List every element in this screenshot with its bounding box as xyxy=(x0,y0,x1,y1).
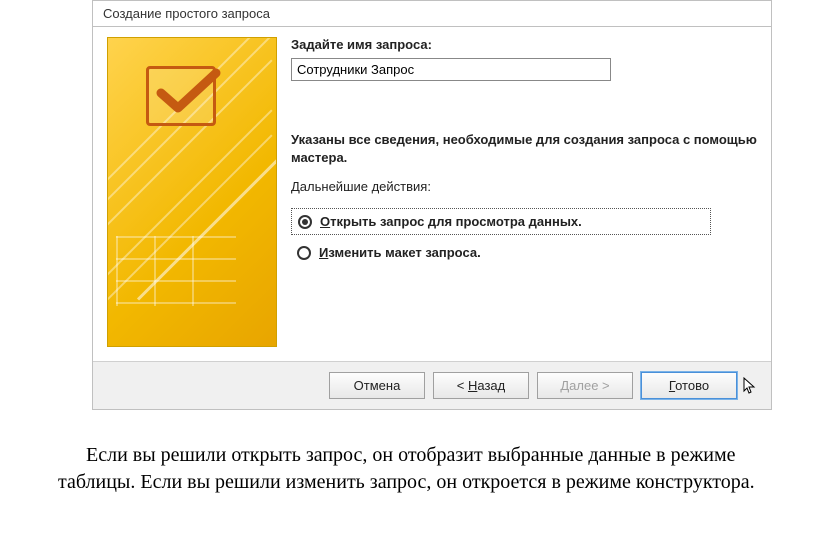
dialog-body: Задайте имя запроса: Указаны все сведени… xyxy=(93,27,771,361)
cursor-icon xyxy=(743,377,757,395)
next-actions-label: Дальнейшие действия: xyxy=(291,179,757,194)
caption-text: Если вы решили открыть запрос, он отобра… xyxy=(58,442,758,496)
radio-modify-label: Изменить макет запроса. xyxy=(319,245,481,260)
query-name-label: Задайте имя запроса: xyxy=(291,37,757,52)
radio-icon xyxy=(298,215,312,229)
radio-open-query[interactable]: Открыть запрос для просмотра данных. xyxy=(291,208,711,235)
wizard-dialog: Создание простого запроса xyxy=(92,0,772,410)
radio-icon xyxy=(297,246,311,260)
query-name-input[interactable] xyxy=(291,58,611,81)
radio-modify-query[interactable]: Изменить макет запроса. xyxy=(291,245,757,260)
wizard-art-panel xyxy=(107,37,277,347)
button-row: Отмена < Назад Далее > Готово xyxy=(93,361,771,409)
next-button: Далее > xyxy=(537,372,633,399)
finish-button[interactable]: Готово xyxy=(641,372,737,399)
cancel-button[interactable]: Отмена xyxy=(329,372,425,399)
radio-open-label: Открыть запрос для просмотра данных. xyxy=(320,214,582,229)
form-area: Задайте имя запроса: Указаны все сведени… xyxy=(291,37,757,347)
dialog-title: Создание простого запроса xyxy=(93,1,771,27)
table-icon xyxy=(116,236,236,326)
checkmark-icon xyxy=(156,68,221,118)
back-button[interactable]: < Назад xyxy=(433,372,529,399)
info-text: Указаны все сведения, необходимые для со… xyxy=(291,131,757,167)
